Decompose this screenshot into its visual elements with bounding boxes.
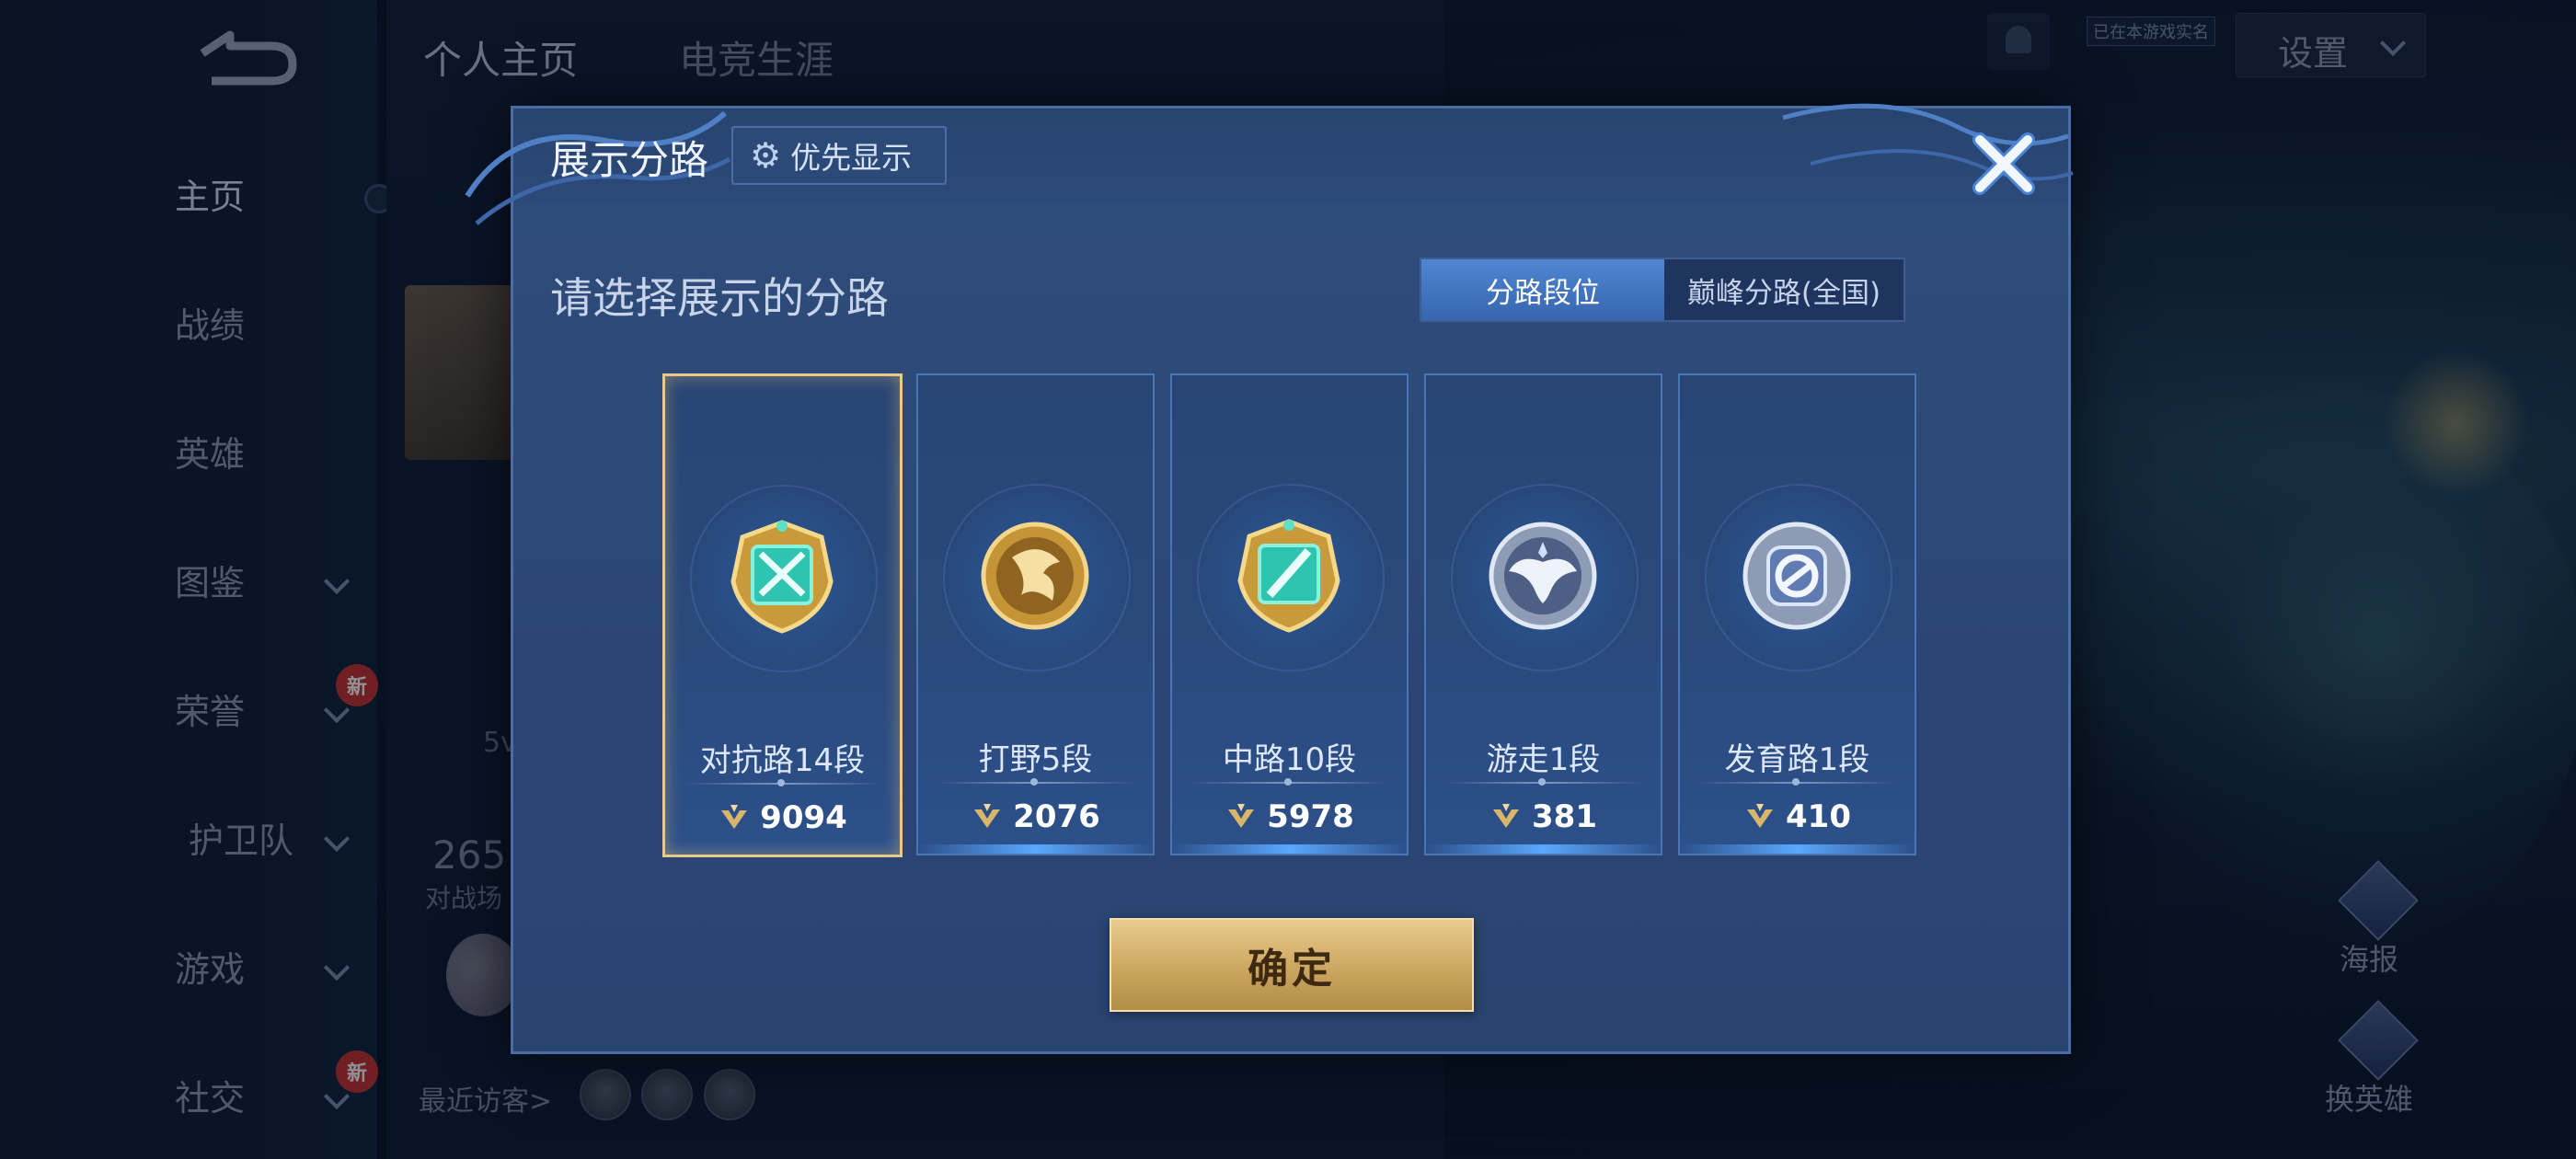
lane-card-score: 381 [1426, 798, 1661, 835]
priority-display-label: 优先显示 [790, 140, 913, 176]
dialog-subtitle: 请选择展示的分路 [550, 273, 889, 323]
lane-card-points: 2076 [1013, 798, 1100, 835]
card-glow [1680, 844, 1915, 854]
lane-card-label: 对抗路14段 [699, 742, 866, 779]
lane-card-points: 381 [1532, 798, 1597, 835]
lane-display-dialog: 展示分路 ⚙ 优先显示 请选择展示的分路 分路段位 巅峰分路(全国) 对抗路14… [465, 103, 2074, 1054]
card-glow [1172, 844, 1407, 854]
lane-type-toggle: 分路段位 巅峰分路(全国) [1420, 258, 1905, 322]
rank-points-icon [1747, 804, 1773, 828]
lane-card-farm[interactable]: 发育路1段 410 [1678, 373, 1916, 855]
lane-card-score: 2076 [918, 798, 1153, 835]
rank-points-icon [974, 804, 1001, 828]
lane-card-top[interactable]: 对抗路14段 9094 [662, 373, 903, 857]
lane-card-points: 9094 [760, 799, 847, 836]
toggle-peak-lane[interactable]: 巅峰分路(全国) [1664, 259, 1903, 320]
lane-card-points: 5978 [1267, 798, 1354, 835]
card-divider [684, 779, 881, 786]
lane-card-label: 发育路1段 [1724, 741, 1870, 778]
gear-icon: ⚙ [750, 135, 782, 176]
confirm-label: 确定 [1248, 946, 1336, 993]
close-icon[interactable] [1967, 127, 2041, 201]
lane-card-label: 中路10段 [1222, 741, 1357, 778]
lane-card-jungle[interactable]: 打野5段 2076 [916, 373, 1155, 855]
lane-card-points: 410 [1786, 798, 1851, 835]
priority-display-button[interactable]: ⚙ 优先显示 [731, 126, 947, 185]
card-glow [1426, 844, 1661, 854]
lane-card-label: 游走1段 [1486, 741, 1601, 778]
card-divider [1190, 778, 1388, 786]
lane-card-score: 410 [1680, 798, 1915, 835]
wings-silver-emblem-icon [1489, 522, 1597, 630]
card-divider [1698, 778, 1896, 786]
lane-card-score: 9094 [665, 799, 900, 836]
lane-card-label: 打野5段 [978, 741, 1093, 778]
toggle-lane-rank[interactable]: 分路段位 [1421, 259, 1664, 320]
rank-points-icon [1228, 804, 1255, 828]
confirm-button[interactable]: 确定 [1110, 918, 1474, 1012]
dialog-title: 展示分路 [550, 138, 708, 184]
card-glow [918, 844, 1153, 854]
card-divider [937, 778, 1134, 786]
sword-gold-emblem-icon [730, 520, 834, 634]
bow-silver-emblem-icon [1742, 522, 1851, 630]
card-divider [1444, 778, 1642, 786]
staff-gold-emblem-icon [1237, 519, 1340, 633]
rank-points-icon [721, 805, 748, 829]
dragon-gold-emblem-icon [981, 522, 1089, 630]
lane-card-roam[interactable]: 游走1段 381 [1424, 373, 1662, 855]
lane-card-mid[interactable]: 中路10段 5978 [1170, 373, 1409, 855]
lane-card-score: 5978 [1172, 798, 1407, 835]
rank-points-icon [1493, 804, 1519, 828]
